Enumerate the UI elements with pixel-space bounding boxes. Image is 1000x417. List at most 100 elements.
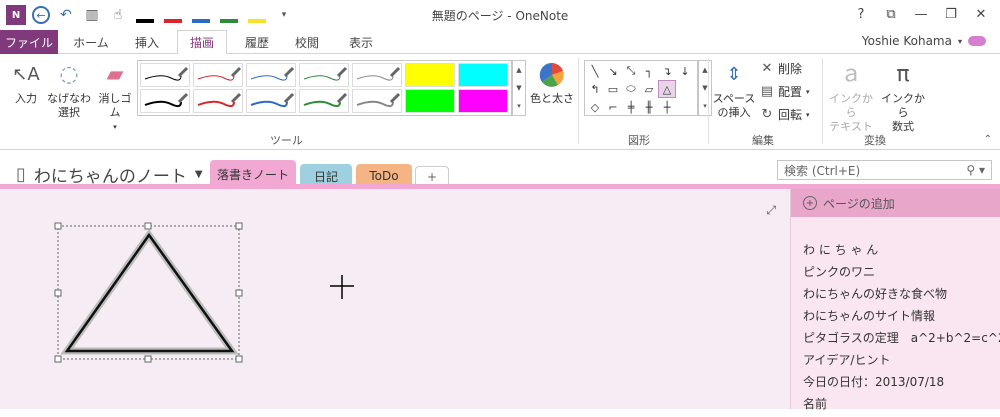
page-item[interactable]: アイデア/ヒント bbox=[803, 351, 1000, 373]
highlighter-yellow[interactable] bbox=[405, 63, 455, 87]
canvas-drawing bbox=[54, 222, 354, 363]
user-account[interactable]: Yoshie Kohama ▾ bbox=[862, 34, 986, 48]
highlighter-cyan[interactable] bbox=[458, 63, 508, 87]
graph2-shape-icon[interactable]: ╪ bbox=[622, 98, 640, 116]
pen-thick-green[interactable] bbox=[299, 89, 349, 113]
rectangle-shape-icon[interactable]: ↰ bbox=[586, 80, 604, 98]
group-edit-label: 編集 bbox=[752, 134, 774, 147]
delete-button[interactable]: ✕ 削除 bbox=[760, 60, 802, 77]
group-shapes-label: 図形 bbox=[628, 134, 650, 147]
insert-space-icon: ⇕ bbox=[726, 64, 742, 85]
more-icon[interactable]: ▾ bbox=[703, 102, 707, 110]
axis-shape-icon[interactable]: ┐ bbox=[640, 62, 658, 80]
delete-label: 削除 bbox=[778, 62, 803, 76]
chevron-down-icon: ▾ bbox=[806, 87, 810, 96]
blank-shape-icon[interactable] bbox=[676, 80, 694, 98]
highlighter-magenta[interactable] bbox=[458, 89, 508, 113]
color-wheel-icon bbox=[539, 58, 565, 92]
pen-thick-red[interactable] bbox=[193, 89, 243, 113]
minimize-icon[interactable]: — bbox=[906, 4, 936, 24]
chevron-up-icon[interactable]: ▲ bbox=[516, 66, 521, 74]
square-shape-icon[interactable]: ▭ bbox=[604, 80, 622, 98]
graph1-shape-icon[interactable]: ⌐ bbox=[604, 98, 622, 116]
tab-draw[interactable]: 描画 bbox=[177, 30, 227, 55]
search-placeholder: 検索 (Ctrl+E) bbox=[784, 163, 861, 178]
chevron-up-icon[interactable]: ▲ bbox=[702, 66, 707, 74]
diamond-shape-icon[interactable]: ◇ bbox=[586, 98, 604, 116]
tab-file[interactable]: ファイル bbox=[0, 30, 58, 54]
page-item[interactable]: 今日の日付：2013/07/18 bbox=[803, 373, 1000, 395]
tab-view[interactable]: 表示 bbox=[338, 30, 384, 54]
type-button[interactable]: ↖A 入力 bbox=[8, 58, 44, 106]
triangle-shape-icon[interactable]: △ bbox=[658, 80, 676, 98]
page-item[interactable]: 名前 bbox=[803, 395, 1000, 417]
pen-thick-blue[interactable] bbox=[246, 89, 296, 113]
double-arrow-shape-icon[interactable]: ⤡ bbox=[622, 62, 640, 80]
pen-thin-green[interactable] bbox=[299, 63, 349, 87]
ribbon-draw: ↖A 入力 ◌ なげなわ 選択 ▰ 消しゴム ▾ ▲ ▼ ▾ 色と太さ ツール … bbox=[0, 54, 1000, 150]
arrow-shape-icon[interactable]: ↘ bbox=[604, 62, 622, 80]
graph4-shape-icon[interactable]: ┼ bbox=[658, 98, 676, 116]
selection-handles[interactable] bbox=[54, 222, 243, 363]
triangle-shape[interactable] bbox=[64, 232, 235, 353]
page-item[interactable]: ピンクのワニ bbox=[803, 263, 1000, 285]
search-input[interactable]: 検索 (Ctrl+E) ⚲ ▾ bbox=[777, 160, 992, 180]
group-divider bbox=[708, 58, 709, 144]
page-item[interactable]: わにちゃんの好きな食べ物 bbox=[803, 285, 1000, 307]
group-tools-label: ツール bbox=[270, 134, 303, 147]
page-item[interactable]: わにちゃんのサイト情報 bbox=[803, 307, 1000, 329]
pen-thin-blue[interactable] bbox=[246, 63, 296, 87]
fullscreen-icon[interactable]: ⧉ bbox=[876, 4, 906, 24]
axis2-shape-icon[interactable]: ↴ bbox=[658, 62, 676, 80]
close-icon[interactable]: ✕ bbox=[966, 4, 996, 24]
ellipse-shape-icon[interactable]: ⬭ bbox=[622, 80, 640, 98]
pen-thin-gray[interactable] bbox=[352, 63, 402, 87]
maximize-icon[interactable]: ❐ bbox=[936, 4, 966, 24]
ink-to-text-label: インクから テキスト bbox=[829, 92, 873, 133]
parallelogram-shape-icon[interactable]: ▱ bbox=[640, 80, 658, 98]
pen-gallery-scroll[interactable]: ▲ ▼ ▾ bbox=[512, 60, 526, 116]
axis3-shape-icon[interactable]: ↓ bbox=[676, 62, 694, 80]
page-canvas[interactable]: ⤢ bbox=[0, 189, 790, 409]
rotate-button[interactable]: ↻ 回転 ▾ bbox=[760, 106, 810, 123]
tab-review[interactable]: 校閲 bbox=[284, 30, 330, 54]
chevron-down-icon: ▼ bbox=[194, 169, 203, 180]
highlighter-green[interactable] bbox=[405, 89, 455, 113]
add-page-button[interactable]: + ページの追加 bbox=[791, 189, 1000, 217]
chevron-down-icon[interactable]: ▼ bbox=[516, 84, 521, 92]
eraser-button[interactable]: ▰ 消しゴム ▾ bbox=[94, 58, 136, 134]
tab-home[interactable]: ホーム bbox=[68, 30, 114, 54]
search-icon[interactable]: ⚲ ▾ bbox=[966, 163, 985, 177]
ink-to-math-button[interactable]: π インクから 数式 bbox=[878, 58, 928, 134]
pen-thin-red[interactable] bbox=[193, 63, 243, 87]
more-icon[interactable]: ▾ bbox=[517, 102, 521, 110]
pen-thin-black[interactable] bbox=[140, 63, 190, 87]
ink-to-math-icon: π bbox=[896, 62, 910, 87]
window-controls: ? ⧉ — ❐ ✕ bbox=[846, 4, 996, 24]
page-item[interactable]: わ に ち ゃ ん bbox=[803, 241, 1000, 263]
lasso-select-button[interactable]: ◌ なげなわ 選択 bbox=[46, 58, 92, 120]
graph3-shape-icon[interactable]: ╫ bbox=[640, 98, 658, 116]
eraser-label: 消しゴム bbox=[98, 92, 132, 119]
tab-insert[interactable]: 挿入 bbox=[124, 30, 170, 54]
page-item[interactable]: ピタゴラスの定理 a^2+b^2=c^2 bbox=[803, 329, 1000, 351]
help-icon[interactable]: ? bbox=[846, 4, 876, 24]
page-list: わ に ち ゃ ん ピンクのワニ わにちゃんの好きな食べ物 わにちゃんのサイト情… bbox=[803, 241, 1000, 417]
chevron-down-icon[interactable]: ▼ bbox=[702, 84, 707, 92]
arrange-label: 配置 bbox=[778, 85, 803, 99]
color-width-label: 色と太さ bbox=[530, 92, 574, 105]
insert-space-button[interactable]: ⇕ スペース の挿入 bbox=[712, 58, 756, 120]
collapse-ribbon-icon[interactable]: ⌃ bbox=[984, 134, 992, 145]
pen-thick-black[interactable] bbox=[140, 89, 190, 113]
ink-to-math-label: インクから 数式 bbox=[881, 92, 925, 133]
pen-thick-gray[interactable] bbox=[352, 89, 402, 113]
ink-to-text-button[interactable]: ａ インクから テキスト bbox=[826, 58, 876, 134]
line-shape-icon[interactable]: ╲ bbox=[586, 62, 604, 80]
color-width-button[interactable]: 色と太さ bbox=[530, 58, 574, 106]
avatar bbox=[968, 36, 986, 46]
arrange-button[interactable]: ▤ 配置 ▾ bbox=[760, 83, 810, 100]
notebook-icon: ▯ bbox=[16, 164, 26, 185]
blank2-shape-icon[interactable] bbox=[676, 98, 694, 116]
shapes-gallery-scroll[interactable]: ▲ ▼ ▾ bbox=[698, 60, 712, 116]
tab-history[interactable]: 履歴 bbox=[234, 30, 280, 54]
